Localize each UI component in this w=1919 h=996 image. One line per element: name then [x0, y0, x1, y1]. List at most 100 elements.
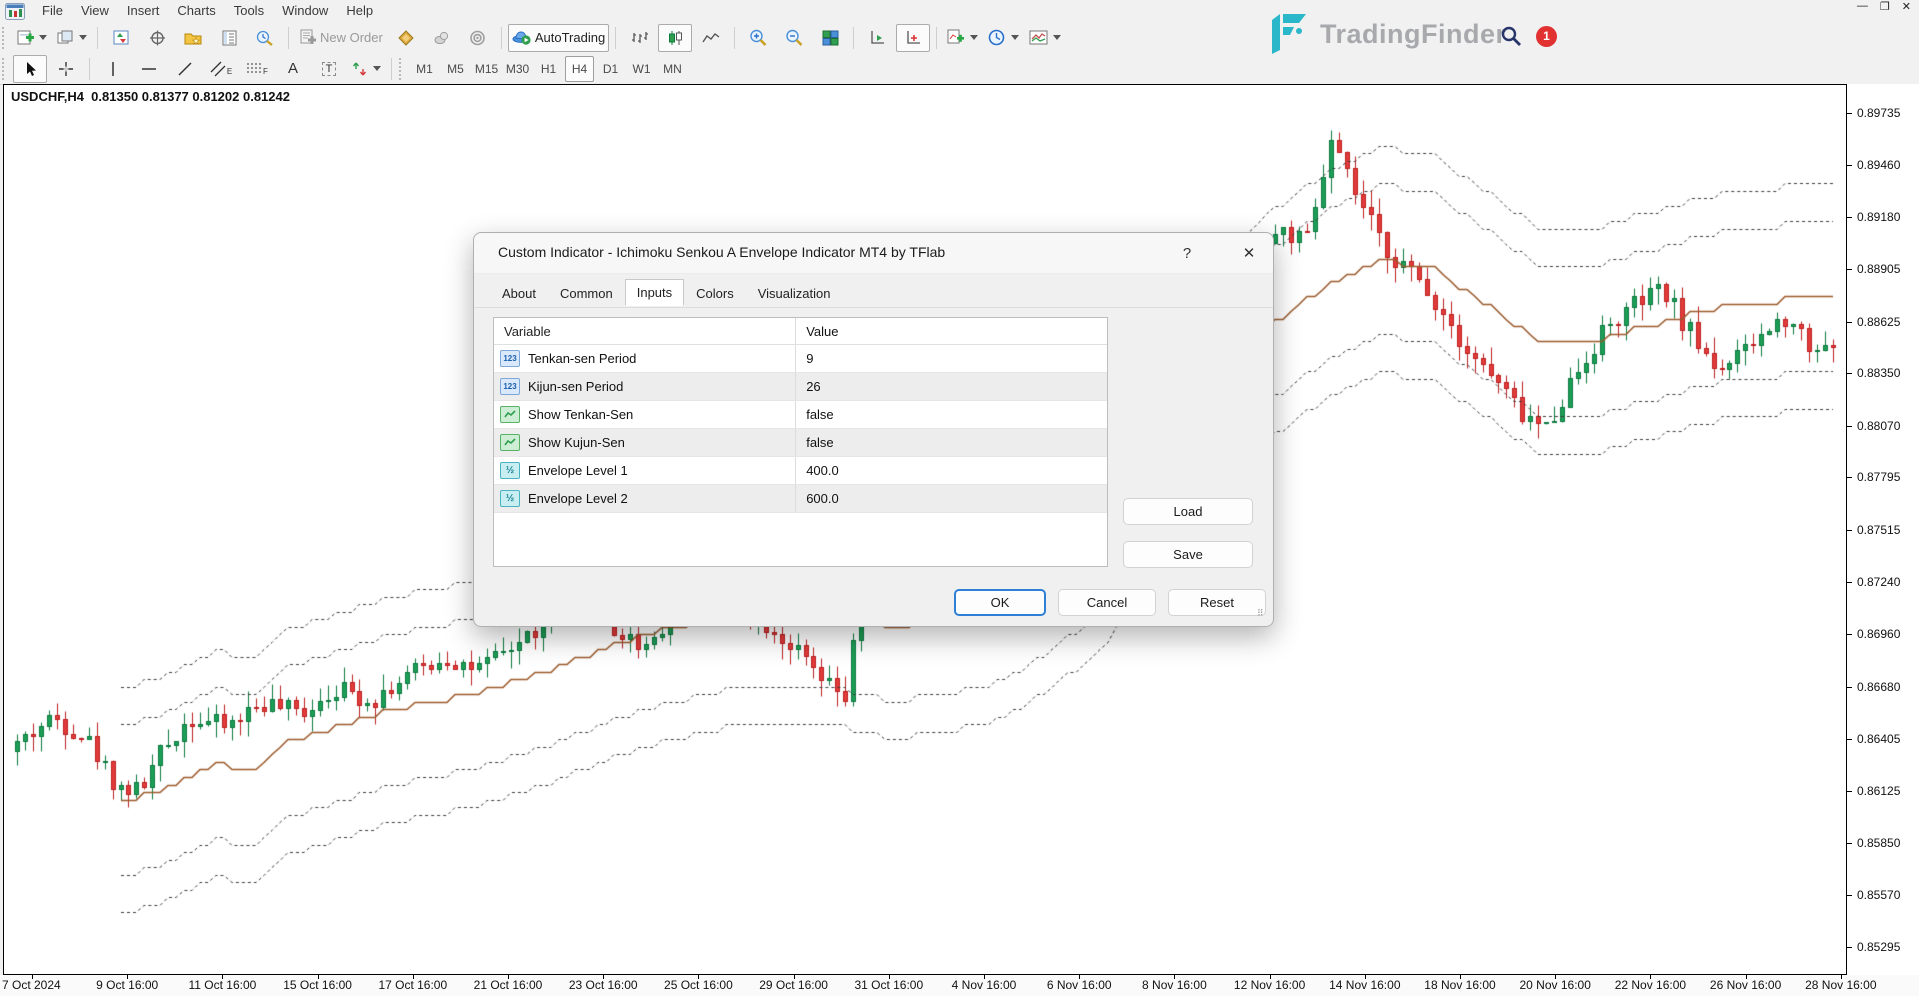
price-axis-label: 0.86680: [1857, 680, 1900, 694]
save-button[interactable]: Save: [1123, 541, 1253, 568]
equidistant-channel-tool-button[interactable]: E: [204, 55, 238, 83]
tile-windows-button[interactable]: [813, 24, 847, 52]
menu-item-charts[interactable]: Charts: [168, 1, 224, 20]
variable-value[interactable]: 400.0: [796, 463, 1107, 478]
toolbar-grip[interactable]: [399, 58, 405, 80]
table-row-tenkan-sen-period[interactable]: 123Tenkan-sen Period9: [494, 345, 1107, 373]
notification-badge[interactable]: 1: [1536, 26, 1557, 47]
line-studies-toolbar: E F A T M1M5M15M30H1H4D1W1MN: [0, 53, 1919, 85]
variable-value[interactable]: false: [796, 407, 1107, 422]
strategy-tester-button[interactable]: [248, 24, 282, 52]
market-watch-button[interactable]: [104, 24, 138, 52]
time-axis[interactable]: 7 Oct 20249 Oct 16:0011 Oct 16:0015 Oct …: [0, 975, 1919, 996]
periods-icon: [988, 29, 1006, 46]
time-axis-tick: [32, 975, 33, 979]
timeframe-d1[interactable]: D1: [596, 56, 625, 82]
navigator-button[interactable]: [176, 24, 210, 52]
price-axis-tick: [1847, 322, 1852, 323]
menu-item-insert[interactable]: Insert: [118, 1, 169, 20]
table-row-show-kujun-sen[interactable]: Show Kujun-Senfalse: [494, 429, 1107, 457]
dialog-help-button[interactable]: ?: [1174, 240, 1200, 266]
tab-common[interactable]: Common: [548, 280, 625, 307]
vertical-line-tool-button[interactable]: [96, 55, 130, 83]
chart-shift-button[interactable]: [896, 24, 930, 52]
variable-value[interactable]: 9: [796, 351, 1107, 366]
timeframe-h1[interactable]: H1: [534, 56, 563, 82]
close-icon[interactable]: ✕: [1902, 0, 1911, 13]
double-input-icon: ½: [500, 462, 520, 479]
tab-inputs[interactable]: Inputs: [625, 279, 684, 306]
time-axis-tick: [1841, 975, 1842, 979]
bar-chart-mode-button[interactable]: [622, 24, 656, 52]
toolbar-grip[interactable]: [2, 27, 8, 49]
timeframe-m30[interactable]: M30: [503, 56, 532, 82]
dialog-titlebar[interactable]: Custom Indicator - Ichimoku Senkou A Env…: [474, 233, 1273, 274]
tab-colors[interactable]: Colors: [684, 280, 746, 307]
fibonacci-tool-button[interactable]: F: [240, 55, 274, 83]
ok-button[interactable]: OK: [954, 589, 1046, 616]
timeframe-m15[interactable]: M15: [472, 56, 501, 82]
navigator-icon: [184, 30, 202, 46]
timeframe-w1[interactable]: W1: [627, 56, 656, 82]
variable-value[interactable]: false: [796, 435, 1107, 450]
dialog-close-button[interactable]: ✕: [1236, 240, 1262, 266]
zoom-out-button[interactable]: [777, 24, 811, 52]
candlestick-chart-mode-button[interactable]: [658, 24, 692, 52]
community-button[interactable]: [425, 24, 459, 52]
horizontal-line-tool-button[interactable]: [132, 55, 166, 83]
time-axis-label: 26 Nov 16:00: [1710, 978, 1781, 992]
search-icon[interactable]: [1500, 25, 1522, 47]
dialog-title: Custom Indicator - Ichimoku Senkou A Env…: [498, 244, 945, 260]
profiles-button[interactable]: [53, 24, 91, 52]
minimize-icon[interactable]: —: [1857, 0, 1868, 13]
dialog-resize-grip[interactable]: ⠿: [1257, 611, 1267, 621]
tab-about[interactable]: About: [490, 280, 548, 307]
menu-item-window[interactable]: Window: [273, 1, 337, 20]
table-row-show-tenkan-sen[interactable]: Show Tenkan-Senfalse: [494, 401, 1107, 429]
cursor-tool-button[interactable]: [13, 55, 47, 83]
tab-visualization[interactable]: Visualization: [746, 280, 843, 307]
table-row-envelope-level-1[interactable]: ½Envelope Level 1400.0: [494, 457, 1107, 485]
maximize-icon[interactable]: ❐: [1880, 0, 1890, 13]
metaeditor-icon: [397, 30, 415, 46]
menu-item-view[interactable]: View: [72, 1, 118, 20]
indicators-icon: [947, 29, 965, 46]
table-row-envelope-level-2[interactable]: ½Envelope Level 2600.0: [494, 485, 1107, 513]
variable-value[interactable]: 26: [796, 379, 1107, 394]
alerts-button[interactable]: [461, 24, 495, 52]
market-watch-icon: [113, 30, 130, 46]
auto-scroll-button[interactable]: [860, 24, 894, 52]
price-axis[interactable]: 0.897350.894600.891800.889050.886250.883…: [1847, 84, 1919, 975]
menu-item-help[interactable]: Help: [337, 1, 382, 20]
new-order-button[interactable]: New Order: [295, 24, 387, 52]
periods-button[interactable]: [984, 24, 1023, 52]
table-row-kijun-sen-period[interactable]: 123Kijun-sen Period26: [494, 373, 1107, 401]
text-label-tool-button[interactable]: T: [312, 55, 346, 83]
variable-value[interactable]: 600.0: [796, 491, 1107, 506]
timeframe-m5[interactable]: M5: [441, 56, 470, 82]
time-axis-tick: [1555, 975, 1556, 979]
text-tool-button[interactable]: A: [276, 55, 310, 83]
indicators-button[interactable]: [943, 24, 982, 52]
arrows-tool-button[interactable]: [348, 55, 385, 83]
menu-item-tools[interactable]: Tools: [225, 1, 273, 20]
trendline-tool-button[interactable]: [168, 55, 202, 83]
new-chart-button[interactable]: [13, 24, 51, 52]
zoom-in-button[interactable]: [741, 24, 775, 52]
autotrading-button[interactable]: AutoTrading: [508, 24, 609, 52]
timeframe-mn[interactable]: MN: [658, 56, 687, 82]
zoom-in-icon: [749, 29, 767, 46]
reset-button[interactable]: Reset: [1168, 589, 1266, 616]
cancel-button[interactable]: Cancel: [1058, 589, 1156, 616]
metaeditor-button[interactable]: [389, 24, 423, 52]
menu-item-file[interactable]: File: [33, 1, 72, 20]
terminal-button[interactable]: [212, 24, 246, 52]
crosshair-tool-button[interactable]: [49, 55, 83, 83]
templates-button[interactable]: [1025, 24, 1065, 52]
data-window-button[interactable]: [140, 24, 174, 52]
line-chart-mode-button[interactable]: [694, 24, 728, 52]
timeframe-m1[interactable]: M1: [410, 56, 439, 82]
toolbar-grip[interactable]: [2, 58, 8, 80]
timeframe-h4[interactable]: H4: [565, 56, 594, 82]
load-button[interactable]: Load: [1123, 498, 1253, 525]
